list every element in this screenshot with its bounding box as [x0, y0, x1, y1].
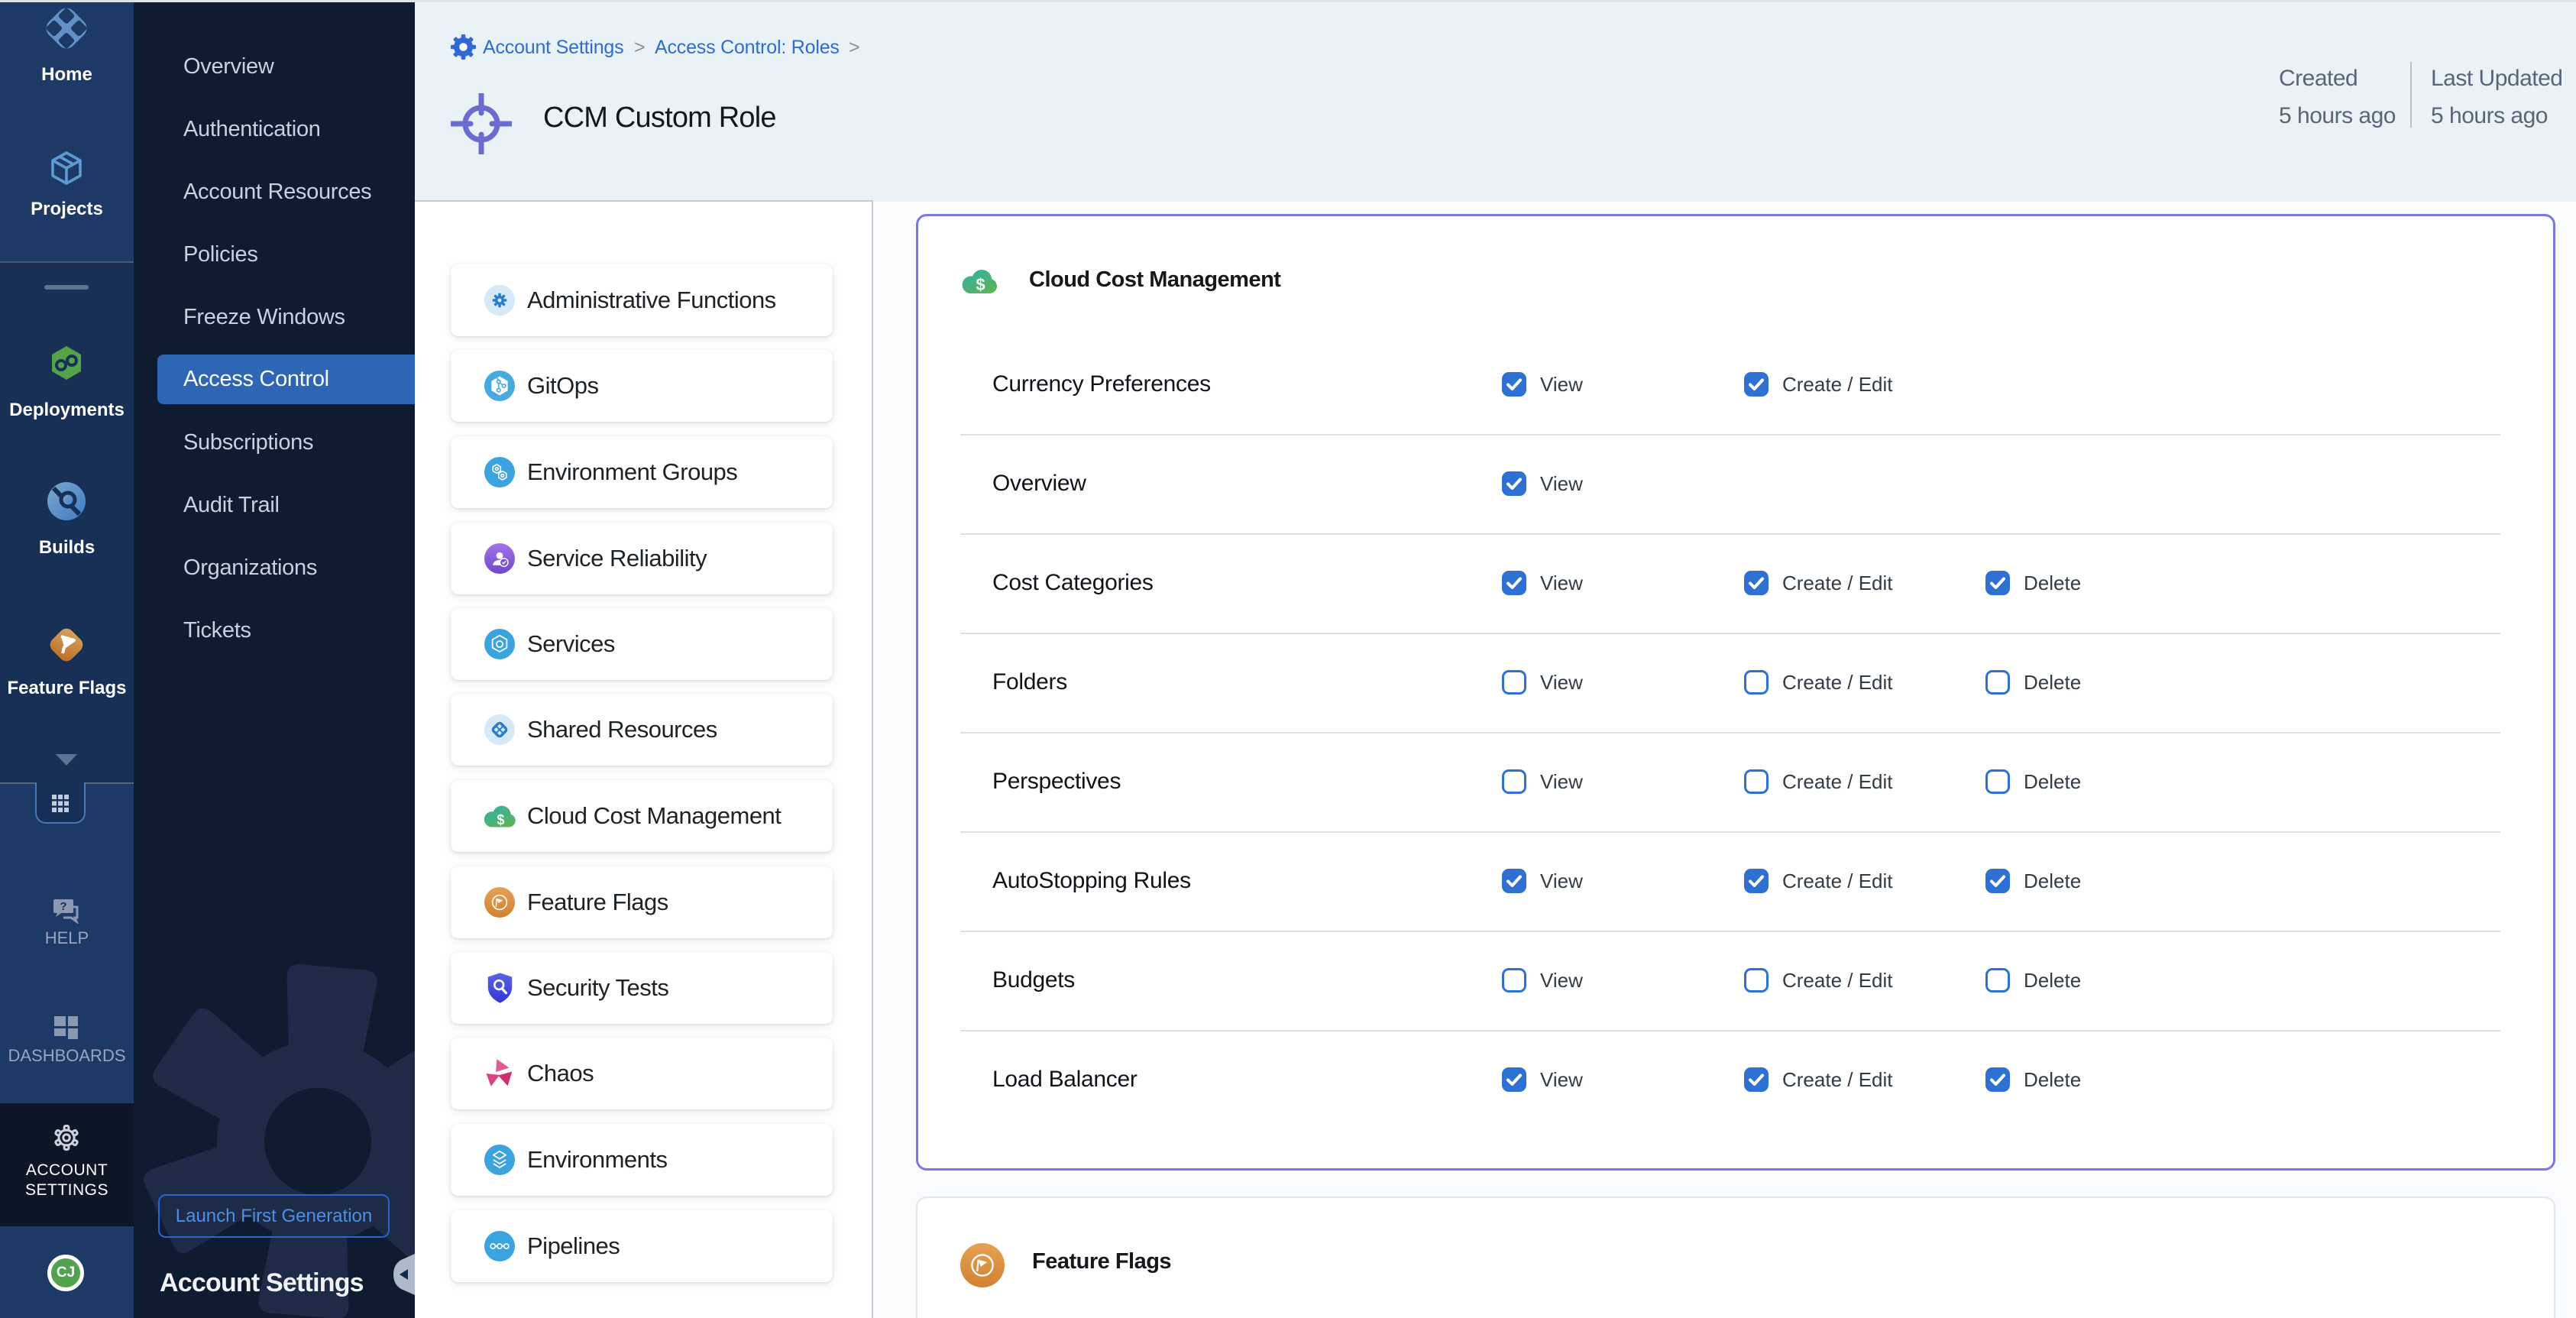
svg-text:$: $ [976, 275, 985, 294]
svg-text:?: ? [60, 900, 66, 913]
svg-text:$: $ [497, 812, 504, 827]
